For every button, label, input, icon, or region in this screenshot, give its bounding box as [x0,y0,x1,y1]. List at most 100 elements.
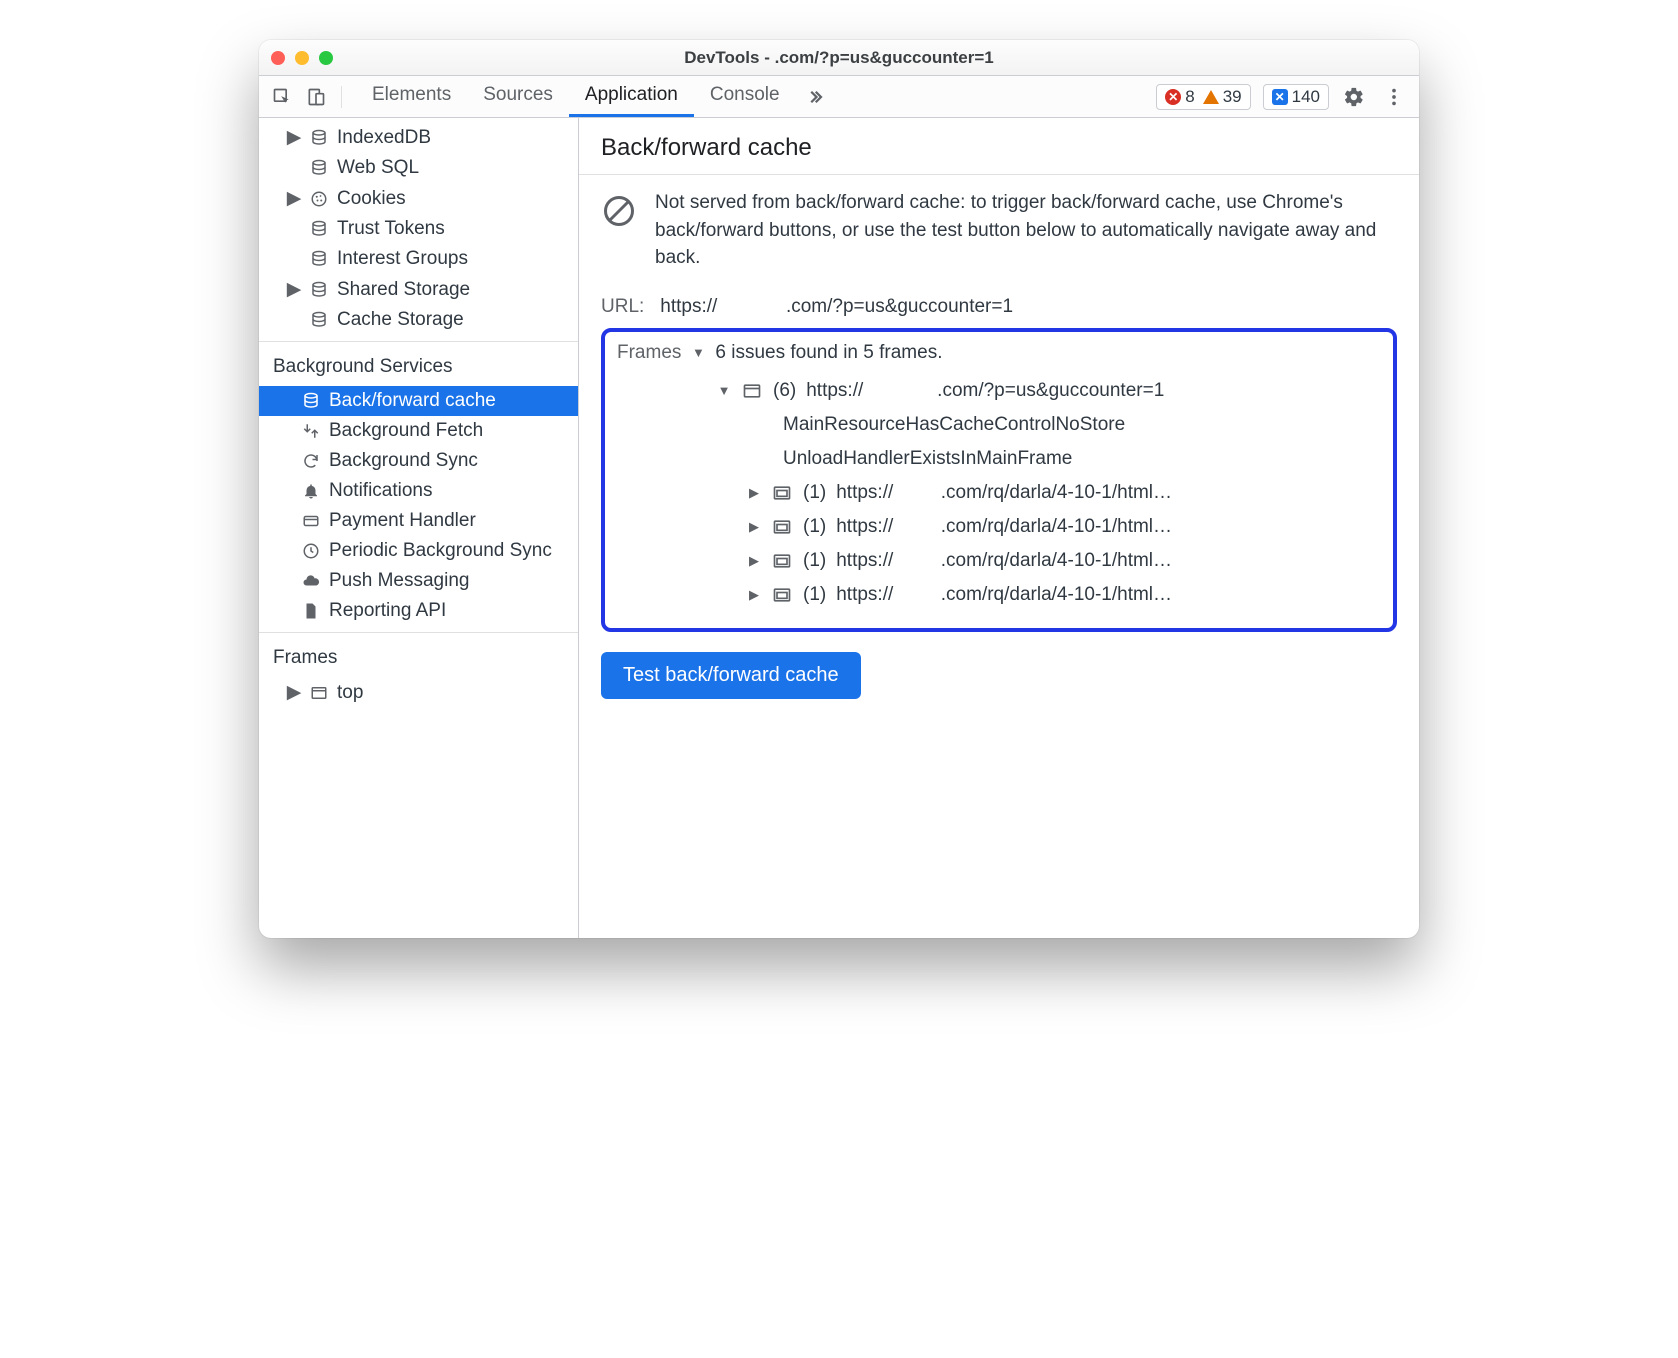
sidebar-item-cache-storage[interactable]: Cache Storage [259,305,578,335]
tab-application[interactable]: Application [569,76,694,117]
devtools-window: DevTools - .com/?p=us&guccounter=1 Eleme… [259,40,1419,938]
chevron-down-icon: ▼ [691,345,705,360]
sidebar-item-trust-tokens[interactable]: Trust Tokens [259,214,578,244]
bfcache-reason: UnloadHandlerExistsInMainFrame [617,442,1381,476]
database-icon [309,220,329,238]
child-frame-row[interactable]: ▶ (1) https:// .com/rq/darla/4-10-1/html… [617,510,1381,544]
cloud-icon [301,572,321,590]
titlebar: DevTools - .com/?p=us&guccounter=1 [259,40,1419,76]
devtools-toolbar: Elements Sources Application Console ✕ 8… [259,76,1419,118]
fetch-icon [301,422,321,440]
sidebar-item-indexeddb[interactable]: ▶ IndexedDB [259,122,578,153]
console-counters[interactable]: ✕ 8 39 [1156,84,1250,110]
tab-console[interactable]: Console [694,76,796,117]
chevron-right-icon: ▶ [747,587,761,603]
database-icon [309,250,329,268]
window-title: DevTools - .com/?p=us&guccounter=1 [259,48,1419,68]
frames-label: Frames [617,342,681,364]
url-label: URL: [601,296,644,318]
chevron-right-icon: ▶ [287,278,301,301]
database-icon [309,129,329,147]
device-toolbar-icon[interactable] [301,82,331,112]
cookie-icon [309,190,329,208]
prohibit-icon [601,193,637,229]
sidebar-item-websql[interactable]: Web SQL [259,153,578,183]
sidebar-item-shared-storage[interactable]: ▶ Shared Storage [259,274,578,305]
panel-heading: Back/forward cache [579,118,1419,175]
bfcache-notice: Not served from back/forward cache: to t… [601,189,1397,272]
frames-tree-highlight: Frames ▼ 6 issues found in 5 frames. ▼ (… [601,328,1397,632]
zoom-window-button[interactable] [319,51,333,65]
iframe-icon [771,483,793,503]
bfcache-reason: MainResourceHasCacheControlNoStore [617,408,1381,442]
application-sidebar[interactable]: ▶ IndexedDB Web SQL ▶ Cookies [259,118,579,938]
more-tabs-button[interactable] [796,76,834,117]
sidebar-item-interest-groups[interactable]: Interest Groups [259,244,578,274]
database-icon [309,159,329,177]
chevron-right-icon: ▶ [747,519,761,535]
clock-icon [301,542,321,560]
sidebar-item-payment-handler[interactable]: Payment Handler [259,506,578,536]
database-icon [309,311,329,329]
iframe-icon [771,517,793,537]
sync-icon [301,452,321,470]
chevron-right-icon: ▶ [287,126,301,149]
child-frame-row[interactable]: ▶ (1) https:// .com/rq/darla/4-10-1/html… [617,544,1381,578]
bfcache-url-row: URL: https:// .com/?p=us&guccounter=1 [601,296,1397,318]
more-options-button[interactable] [1379,82,1409,112]
sidebar-item-back-forward-cache[interactable]: Back/forward cache [259,386,578,416]
sidebar-item-notifications[interactable]: Notifications [259,476,578,506]
sidebar-section-background-services: Background Services [259,348,578,386]
frames-summary-row[interactable]: Frames ▼ 6 issues found in 5 frames. [617,342,1381,364]
chevron-down-icon: ▼ [717,383,731,398]
error-icon: ✕ [1165,89,1181,105]
inspect-element-icon[interactable] [267,82,297,112]
close-window-button[interactable] [271,51,285,65]
top-frame-row[interactable]: ▼ (6) https:// .com/?p=us&guccounter=1 [617,374,1381,408]
issues-counter[interactable]: ✕ 140 [1263,84,1329,110]
panel-tabs: Elements Sources Application Console [356,76,834,117]
credit-card-icon [301,512,321,530]
tab-sources[interactable]: Sources [467,76,569,117]
sidebar-item-frame-top[interactable]: ▶ top [259,677,578,708]
test-bfcache-button[interactable]: Test back/forward cache [601,652,861,699]
bfcache-panel: Back/forward cache Not served from back/… [579,118,1419,938]
database-icon [309,281,329,299]
sidebar-item-periodic-background-sync[interactable]: Periodic Background Sync [259,536,578,566]
child-frame-row[interactable]: ▶ (1) https:// .com/rq/darla/4-10-1/html… [617,578,1381,612]
minimize-window-button[interactable] [295,51,309,65]
file-icon [301,602,321,620]
sidebar-item-background-fetch[interactable]: Background Fetch [259,416,578,446]
issues-icon: ✕ [1272,89,1288,105]
iframe-icon [771,585,793,605]
error-count[interactable]: ✕ 8 [1165,87,1194,107]
top-frame-url: https:// .com/?p=us&guccounter=1 [806,380,1164,402]
warning-count[interactable]: 39 [1203,87,1242,107]
separator [259,632,578,633]
warning-icon [1203,90,1219,104]
window-controls [271,51,333,65]
chevron-right-icon: ▶ [747,485,761,501]
chevron-right-icon: ▶ [287,187,301,210]
sidebar-item-push-messaging[interactable]: Push Messaging [259,566,578,596]
settings-button[interactable] [1339,82,1369,112]
sidebar-section-frames: Frames [259,639,578,677]
chevron-right-icon: ▶ [287,681,301,704]
main-split: ▶ IndexedDB Web SQL ▶ Cookies [259,118,1419,938]
database-icon [301,392,321,410]
url-value: https:// .com/?p=us&guccounter=1 [660,296,1013,318]
sidebar-item-reporting-api[interactable]: Reporting API [259,596,578,626]
frame-icon [741,381,763,401]
sidebar-item-cookies[interactable]: ▶ Cookies [259,183,578,214]
chevron-right-icon: ▶ [747,553,761,569]
child-frame-row[interactable]: ▶ (1) https:// .com/rq/darla/4-10-1/html… [617,476,1381,510]
bell-icon [301,482,321,500]
frames-summary: 6 issues found in 5 frames. [715,342,942,364]
frame-icon [309,684,329,702]
separator [259,341,578,342]
top-frame-count: (6) [773,380,796,402]
separator [341,86,342,108]
sidebar-item-background-sync[interactable]: Background Sync [259,446,578,476]
iframe-icon [771,551,793,571]
tab-elements[interactable]: Elements [356,76,467,117]
